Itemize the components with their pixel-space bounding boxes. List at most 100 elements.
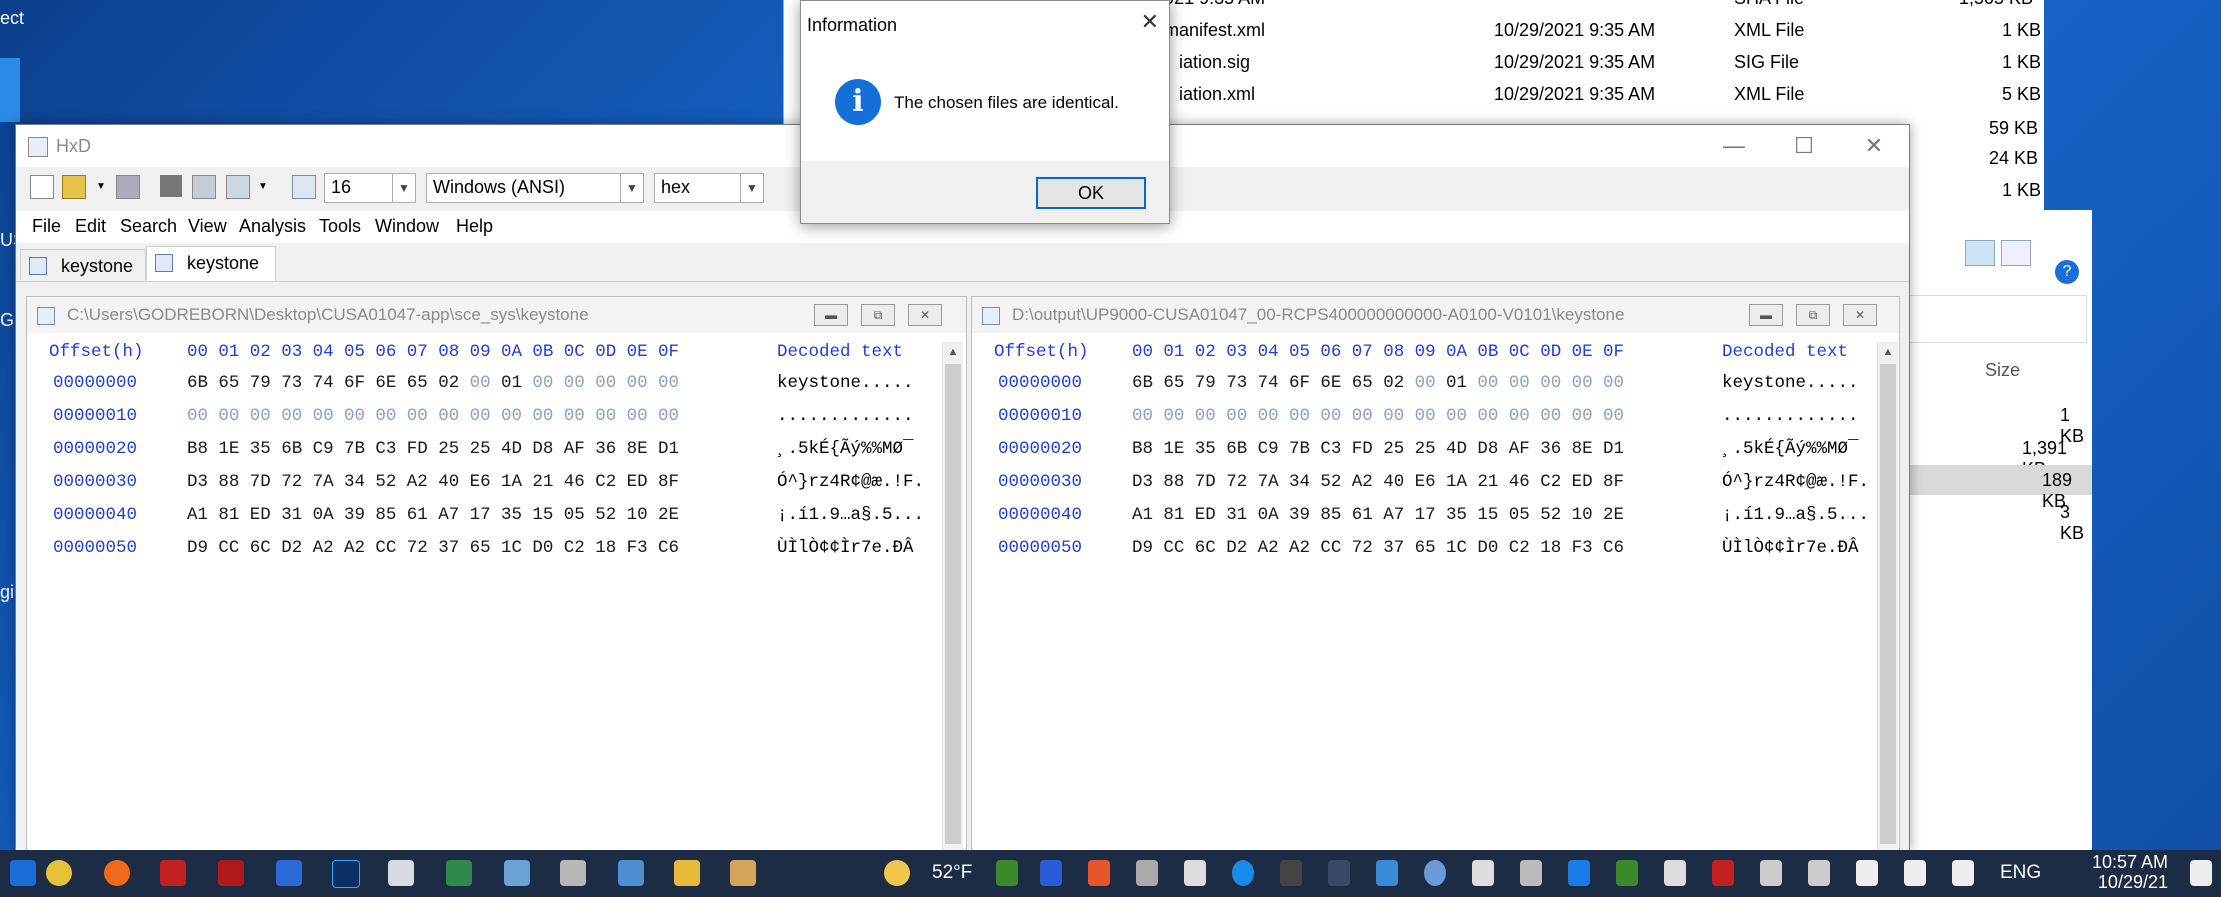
volume-icon[interactable] [1952,860,1974,886]
security-icon[interactable] [1664,860,1686,886]
scroll-thumb[interactable] [1880,364,1896,844]
hex-grid[interactable]: Offset(h) 00 01 02 03 04 05 06 07 08 09 0A 0B 0C 0D 0E 0… [972,297,1872,852]
clock[interactable]: 10:57 AM 10/29/21 [2082,852,2168,892]
app-icon[interactable] [446,860,472,886]
chevron-down-icon[interactable]: ▼ [620,174,643,202]
usb-icon[interactable] [1520,860,1542,886]
tray-icon[interactable] [1424,860,1446,886]
tray-icon[interactable] [1040,860,1062,886]
large-icons-view-icon[interactable] [2001,240,2031,266]
details-view-icon[interactable] [1965,240,1995,266]
menu-edit[interactable]: Edit [75,216,106,237]
app-icon[interactable] [276,860,302,886]
chevron-down-icon[interactable]: ▼ [258,181,268,192]
open-disk-icon[interactable] [226,175,250,199]
hxd-window: HxD — ☐ ✕ ▼ ▼ 16 ▼ Windows (ANSI) ▼ hex … [15,124,1910,853]
byte-cell: 6F [344,373,366,393]
byte-cell: CC [1320,538,1342,558]
byte-cell: 81 [1163,505,1185,525]
save-icon[interactable] [116,175,140,199]
tray-icon[interactable] [1088,860,1110,886]
tray-icon[interactable] [1808,860,1830,886]
byte-cell: C2 [563,538,585,558]
app-icon[interactable] [46,860,72,886]
size-column-header[interactable]: Size [1985,360,2020,381]
menu-window[interactable]: Window [375,216,439,237]
menu-search[interactable]: Search [120,216,177,237]
desktop-label[interactable]: G [0,310,14,331]
dialog-close-button[interactable]: ✕ [1141,9,1159,35]
desktop-app-icon[interactable] [0,58,20,122]
tray-icon[interactable] [1232,860,1254,886]
maximize-button[interactable]: ☐ [1769,125,1839,167]
weather-icon[interactable] [884,860,910,886]
menu-tools[interactable]: Tools [319,216,361,237]
minimize-button[interactable]: — [1699,125,1769,167]
offset-cell: 00000050 [53,538,138,558]
calculator-icon[interactable] [560,860,586,886]
vertical-scrollbar[interactable]: ▲ [942,342,963,852]
tray-icon[interactable] [1376,860,1398,886]
filezilla-icon[interactable] [218,860,244,886]
bluetooth-icon[interactable] [1568,860,1590,886]
disk-editor-icon[interactable] [192,175,216,199]
desktop-label[interactable]: gi [0,582,14,603]
byte-cell: C3 [375,439,397,459]
byte-cell: 00 [344,406,366,426]
nvidia-icon[interactable] [1616,860,1638,886]
qp-icon[interactable] [160,860,186,886]
menu-file[interactable]: File [32,216,61,237]
charset-select[interactable]: Windows (ANSI) ▼ [426,173,644,203]
close-button[interactable]: ✕ [1839,125,1909,167]
menu-help[interactable]: Help [456,216,493,237]
scroll-up-icon[interactable]: ▲ [943,342,963,362]
battery-icon[interactable] [1856,860,1878,886]
tray-icon[interactable] [996,860,1018,886]
chevron-down-icon[interactable]: ▼ [740,174,763,202]
wifi-icon[interactable] [1904,860,1926,886]
bytes-per-row-select[interactable]: 16 ▼ [324,173,416,203]
tab-keystone-1[interactable]: keystone [20,249,146,280]
byte-cell: 72 [1226,472,1248,492]
column-header: 03 [1226,342,1248,362]
tray-icon[interactable] [1280,860,1302,886]
search-box[interactable] [1905,295,2087,343]
chevron-down-icon[interactable]: ▼ [392,174,415,202]
menu-analysis[interactable]: Analysis [239,216,306,237]
column-header: 0F [658,342,680,362]
open-file-icon[interactable] [62,175,86,199]
ram-editor-icon[interactable] [160,175,182,197]
folder-icon[interactable] [674,860,700,886]
hxd-taskbar-icon[interactable] [388,860,414,886]
hex-panel-left: C:\Users\GODREBORN\Desktop\CUSA01047-app… [26,296,967,853]
help-icon[interactable]: ? [2055,260,2079,284]
app-icon[interactable] [504,860,530,886]
tray-icon[interactable] [1712,860,1734,886]
hex-grid[interactable]: Offset(h) 00 01 02 03 04 05 06 07 08 09 0A 0B 0C 0D 0E 0… [27,297,927,852]
tray-icon[interactable] [1184,860,1206,886]
ok-button[interactable]: OK [1036,177,1146,209]
app-icon[interactable] [730,860,756,886]
steam-icon[interactable] [1328,860,1350,886]
photoshop-icon[interactable] [332,860,360,888]
app-icon[interactable] [10,860,36,886]
byte-cell: 00 [1508,373,1530,393]
onedrive-icon[interactable] [1760,860,1782,886]
new-file-icon[interactable] [30,175,54,199]
language-indicator[interactable]: ENG [2000,862,2041,884]
offset-base-select[interactable]: hex ▼ [654,173,764,203]
vertical-scrollbar[interactable]: ▲ [1877,342,1898,852]
tray-icon[interactable] [1136,860,1158,886]
byte-cell: 25 [1383,439,1405,459]
scroll-up-icon[interactable]: ▲ [1878,342,1898,362]
download-icon[interactable] [1472,860,1494,886]
scroll-thumb[interactable] [945,364,961,844]
app-icon[interactable] [618,860,644,886]
chevron-down-icon[interactable]: ▼ [96,181,106,192]
menu-view[interactable]: View [188,216,227,237]
tab-keystone-2[interactable]: keystone [146,246,276,281]
notification-icon[interactable] [2190,860,2212,886]
weather-temp[interactable]: 52°F [932,862,972,884]
firefox-icon[interactable] [104,860,130,886]
desktop-label[interactable]: ect [0,8,24,29]
